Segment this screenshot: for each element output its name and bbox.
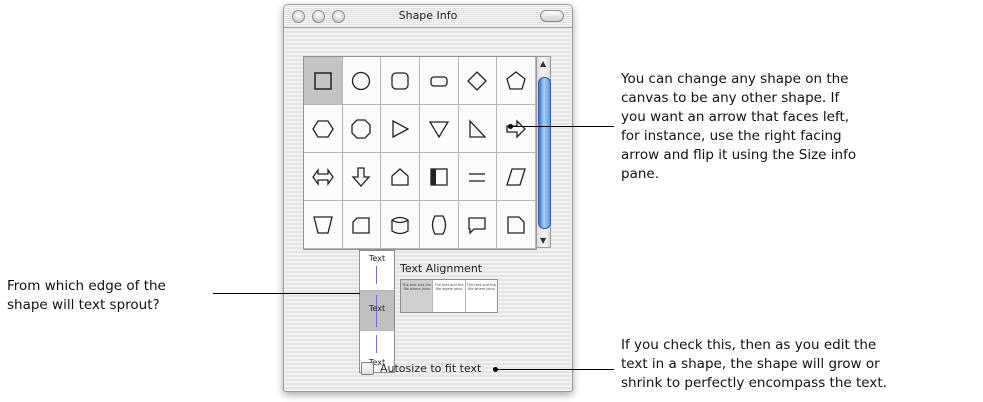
rounded-hexagon-shape-icon[interactable] [420,201,459,249]
triangle-down-shape-icon[interactable] [420,105,459,153]
folded-page-shape-icon[interactable] [497,201,536,249]
rounded-square-shape-icon[interactable] [381,57,420,105]
palette-scrollbar[interactable]: ▲ ▼ [536,56,551,248]
autosize-note-line: text in a shape, the shape will grow or [621,356,880,372]
right-triangle-shape-icon[interactable] [458,105,498,153]
scroll-thumb[interactable] [538,77,551,229]
arrow-down-shape-icon[interactable] [342,153,382,201]
shape-palette [303,56,537,250]
edge-note-line: From which edge of the [7,278,166,294]
text-position-panel: Text Text Text [359,250,395,373]
shapes-note-line: for instance, use the right facing [621,128,842,144]
edge-callout-line [213,293,360,294]
title-bar: Shape Info [284,5,572,28]
house-shape-icon[interactable] [381,153,420,201]
shapes-note-line: canvas to be any other shape. If [621,90,840,106]
shapes-note-line: pane. [621,166,659,182]
autosize-checkbox-row[interactable]: Autosize to fit text [361,362,481,375]
triangle-right-shape-icon[interactable] [381,105,420,153]
window-title: Shape Info [398,9,458,22]
shapes-note-line: you want an arrow that faces left, [621,109,850,125]
trapezoid-shape-icon[interactable] [304,201,343,249]
frame-shape-icon[interactable] [420,153,459,201]
align-left-option[interactable]: The text and the file where joins [401,280,434,312]
parallelogram-shape-icon[interactable] [497,153,536,201]
text-position-top[interactable]: Text [360,251,394,291]
shapes-callout-line [511,126,614,127]
text-alignment-options: The text and the file where joins The te… [400,279,498,313]
autosize-checkbox[interactable] [361,362,374,375]
autosize-label: Autosize to fit text [380,362,482,375]
toolbar-toggle-button[interactable] [540,10,564,22]
hexagon-shape-icon[interactable] [304,105,343,153]
equals-shape-icon[interactable] [458,153,498,201]
edge-annotation: From which edge of the shape will text s… [7,277,166,315]
slanted-card-shape-icon[interactable] [342,201,382,249]
shapes-annotation: You can change any shape on the canvas t… [621,70,856,184]
scroll-down-arrow-icon[interactable]: ▼ [540,236,546,245]
text-alignment-label: Text Alignment [400,262,483,275]
bottom-marker-line [376,335,377,353]
double-arrow-shape-icon[interactable] [304,153,343,201]
scroll-up-arrow-icon[interactable]: ▲ [540,59,546,68]
autosize-annotation: If you check this, then as you edit the … [621,336,887,393]
autosize-note-line: shrink to perfectly encompass the text. [621,375,887,391]
cylinder-shape-icon[interactable] [381,201,420,249]
text-position-middle[interactable]: Text [360,291,394,331]
autosize-note-line: If you check this, then as you edit the [621,337,877,353]
text-position-top-label: Text [368,254,386,263]
arrow-right-shape-icon[interactable] [497,105,536,153]
octagon-shape-icon[interactable] [342,105,382,153]
align-right-option[interactable]: The text and the file where joins [466,280,497,312]
circle-shape-icon[interactable] [342,57,382,105]
diamond-shape-icon[interactable] [458,57,498,105]
shapes-note-line: You can change any shape on the [621,71,849,87]
align-center-option[interactable]: The text and the file where joins [433,280,466,312]
autosize-callout-line [496,369,614,370]
shapes-note-line: arrow and flip it using the Size info [621,147,857,163]
edge-note-line: shape will text sprout? [7,297,160,313]
pentagon-shape-icon[interactable] [497,57,536,105]
text-position-middle-label: Text [368,304,386,313]
rounded-rect-shape-icon[interactable] [420,57,459,105]
speech-box-shape-icon[interactable] [458,201,498,249]
square-shape-icon[interactable] [304,57,343,105]
top-marker-line [376,266,377,284]
